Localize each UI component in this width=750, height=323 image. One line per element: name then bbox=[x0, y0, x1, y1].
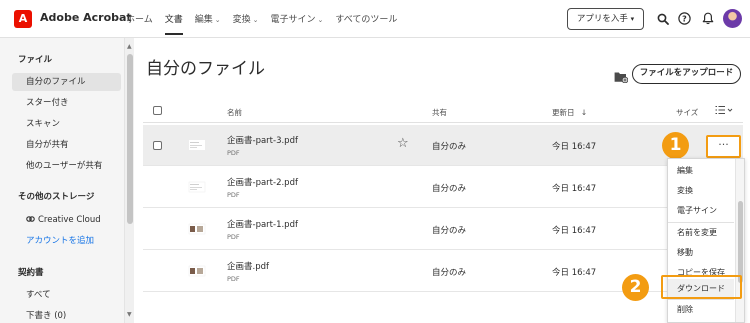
shared-status: 自分のみ bbox=[432, 184, 467, 194]
modified-date: 今日 16:47 bbox=[552, 268, 597, 278]
pdf-thumbnail-icon bbox=[187, 179, 209, 194]
nav-edit[interactable]: 編集 ⌄ bbox=[195, 12, 221, 35]
table-row[interactable]: 企画書-part-2.pdf PDF 自分のみ 今日 16:47 bbox=[143, 167, 743, 208]
modified-date: 今日 16:47 bbox=[552, 226, 597, 236]
file-type: PDF bbox=[227, 149, 240, 157]
sidebar-scrollbar[interactable]: ▲ ▼ bbox=[124, 38, 134, 323]
chevron-down-icon: ⌄ bbox=[252, 16, 259, 24]
sidebar-item-drafts[interactable]: 下書き (0) bbox=[12, 307, 121, 323]
nav-e-sign[interactable]: 電子サイン ⌄ bbox=[271, 12, 324, 35]
nav-home-label: ホーム bbox=[126, 15, 153, 25]
column-header-modified[interactable]: 更新日 ↓ bbox=[552, 107, 587, 118]
sidebar-scroll-thumb[interactable] bbox=[127, 54, 133, 224]
nav-edit-label: 編集 bbox=[194, 15, 213, 25]
sidebar-item-all[interactable]: すべて bbox=[12, 286, 121, 304]
file-type: PDF bbox=[227, 233, 240, 241]
creative-cloud-label: Creative Cloud bbox=[38, 215, 101, 225]
sidebar-item-starred[interactable]: スター付き bbox=[12, 94, 121, 112]
list-view-icon[interactable] bbox=[715, 105, 733, 117]
chevron-down-icon: ⌄ bbox=[317, 16, 324, 24]
sidebar-heading-files: ファイル bbox=[18, 55, 53, 65]
table-row[interactable]: 企画書.pdf PDF 自分のみ 今日 16:47 bbox=[143, 251, 743, 292]
sidebar-heading-agreements: 契約書 bbox=[18, 268, 44, 278]
file-type: PDF bbox=[227, 191, 240, 199]
sidebar-item-creative-cloud[interactable]: Creative Cloud bbox=[12, 211, 121, 229]
modified-date: 今日 16:47 bbox=[552, 184, 597, 194]
menu-item-convert[interactable]: 変換 bbox=[668, 181, 734, 201]
app-name: Adobe Acrobat bbox=[40, 11, 132, 24]
nav-home[interactable]: ホーム bbox=[126, 12, 153, 35]
chevron-down-icon: ⌄ bbox=[214, 16, 221, 24]
row-checkbox[interactable] bbox=[153, 141, 162, 150]
table-row[interactable]: 企画書-part-3.pdf PDF ☆ 自分のみ 今日 16:47 bbox=[143, 125, 743, 166]
sidebar: ファイル 自分のファイル スター付き スキャン 自分が共有 他のユーザーが共有 … bbox=[0, 38, 127, 323]
nav-all-tools[interactable]: すべてのツール bbox=[335, 12, 397, 35]
sidebar-add-account-link[interactable]: アカウントを追加 bbox=[12, 232, 121, 250]
avatar[interactable] bbox=[723, 9, 742, 28]
nav-documents[interactable]: 文書 bbox=[164, 12, 183, 35]
file-name[interactable]: 企画書-part-3.pdf bbox=[227, 134, 298, 146]
select-all-checkbox[interactable] bbox=[153, 106, 162, 115]
acrobat-logo-icon[interactable]: A bbox=[14, 10, 32, 28]
menu-item-rename[interactable]: 名前を変更 bbox=[668, 223, 734, 243]
modified-date: 今日 16:47 bbox=[552, 142, 597, 152]
nav-documents-label: 文書 bbox=[164, 15, 183, 25]
menu-item-edit[interactable]: 編集 bbox=[668, 161, 734, 181]
svg-text:?: ? bbox=[682, 14, 687, 23]
step-badge-2: 2 bbox=[622, 274, 649, 301]
chevron-down-icon: ▾ bbox=[630, 15, 635, 23]
step-badge-1: 1 bbox=[662, 132, 689, 159]
column-header-size[interactable]: サイズ bbox=[676, 107, 698, 118]
pdf-thumbnail-icon bbox=[187, 221, 209, 236]
download-highlight-box bbox=[661, 275, 742, 299]
pdf-thumbnail-icon bbox=[187, 137, 209, 152]
search-icon[interactable] bbox=[655, 11, 670, 26]
shared-status: 自分のみ bbox=[432, 142, 467, 152]
nav-convert[interactable]: 変換 ⌄ bbox=[233, 12, 259, 35]
star-icon[interactable]: ☆ bbox=[397, 137, 409, 151]
get-apps-button[interactable]: アプリを入手 ▾ bbox=[567, 8, 644, 30]
sidebar-item-scans[interactable]: スキャン bbox=[12, 115, 121, 133]
column-header-name[interactable]: 名前 bbox=[227, 107, 242, 118]
more-actions-button[interactable]: ··· bbox=[706, 135, 741, 158]
upload-file-button[interactable]: ファイルをアップロード bbox=[632, 64, 741, 84]
sidebar-item-my-files[interactable]: 自分のファイル bbox=[12, 73, 121, 91]
column-header-shared[interactable]: 共有 bbox=[432, 107, 447, 118]
new-folder-icon[interactable] bbox=[614, 68, 629, 84]
file-name[interactable]: 企画書-part-2.pdf bbox=[227, 176, 298, 188]
table-row[interactable]: 企画書-part-1.pdf PDF 自分のみ 今日 16:47 bbox=[143, 209, 743, 250]
pdf-thumbnail-icon bbox=[187, 263, 209, 278]
creative-cloud-icon bbox=[26, 212, 35, 230]
bell-icon[interactable] bbox=[700, 11, 715, 26]
scroll-up-arrow-icon[interactable]: ▲ bbox=[127, 43, 132, 50]
file-name[interactable]: 企画書-part-1.pdf bbox=[227, 218, 298, 230]
main-nav: ホーム 文書 編集 ⌄ 変換 ⌄ 電子サイン ⌄ すべてのツール bbox=[126, 12, 397, 35]
shared-status: 自分のみ bbox=[432, 268, 467, 278]
sidebar-item-shared-by-me[interactable]: 自分が共有 bbox=[12, 136, 121, 154]
nav-e-sign-label: 電子サイン bbox=[270, 15, 316, 25]
menu-item-e-sign[interactable]: 電子サイン bbox=[668, 201, 734, 221]
menu-scroll-thumb[interactable] bbox=[738, 201, 743, 283]
menu-item-delete[interactable]: 削除 bbox=[668, 300, 734, 320]
scroll-down-arrow-icon[interactable]: ▼ bbox=[127, 311, 132, 318]
sort-down-arrow-icon: ↓ bbox=[580, 108, 588, 117]
sidebar-heading-other-storage: その他のストレージ bbox=[18, 192, 95, 202]
nav-convert-label: 変換 bbox=[232, 15, 251, 25]
table-header-divider bbox=[143, 122, 743, 123]
top-navigation-bar: A Adobe Acrobat ホーム 文書 編集 ⌄ 変換 ⌄ 電子サイン ⌄ すべ… bbox=[0, 0, 750, 38]
menu-item-move[interactable]: 移動 bbox=[668, 243, 734, 263]
file-type: PDF bbox=[227, 275, 240, 283]
file-name[interactable]: 企画書.pdf bbox=[227, 260, 269, 272]
help-icon[interactable]: ? bbox=[677, 11, 692, 26]
sidebar-item-shared-by-others[interactable]: 他のユーザーが共有 bbox=[12, 157, 121, 175]
get-apps-label: アプリを入手 bbox=[576, 14, 628, 24]
shared-status: 自分のみ bbox=[432, 226, 467, 236]
nav-all-tools-label: すべてのツール bbox=[335, 15, 398, 25]
column-header-modified-label: 更新日 bbox=[552, 108, 575, 117]
page-title: 自分のファイル bbox=[146, 59, 265, 79]
